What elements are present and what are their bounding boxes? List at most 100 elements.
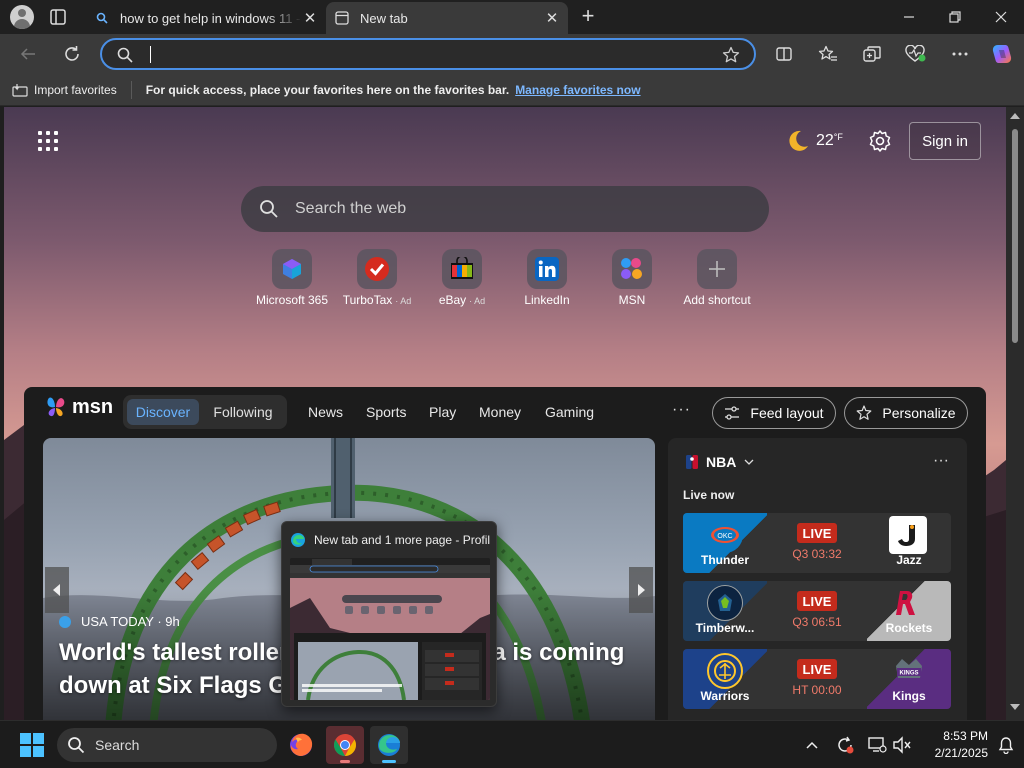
- split-screen-button[interactable]: [772, 42, 796, 66]
- plus-icon: [697, 249, 737, 289]
- title-bar: how to get help in windows 11 - Search ✕…: [0, 0, 1024, 34]
- page-scrollbar[interactable]: [1006, 107, 1024, 720]
- running-indicator: [382, 760, 396, 763]
- back-button[interactable]: [16, 42, 40, 66]
- nav-news[interactable]: News: [308, 404, 343, 420]
- sync-status-icon[interactable]: [833, 733, 857, 757]
- next-story-button[interactable]: [629, 567, 653, 613]
- search-placeholder: Search the web: [295, 200, 407, 217]
- favorites-button[interactable]: [816, 42, 840, 66]
- clock-time: 8:53 PM: [943, 729, 988, 743]
- browser-essentials-icon[interactable]: [904, 42, 928, 66]
- windows-start-icon[interactable]: [20, 733, 44, 757]
- tab-new-tab[interactable]: New tab ✕: [326, 2, 568, 34]
- away-team-name: Rockets: [885, 621, 933, 635]
- chrome-taskbar-button[interactable]: [326, 726, 364, 764]
- restore-button[interactable]: [932, 0, 978, 34]
- preview-title: New tab and 1 more page - Profile 1 - Mi…: [290, 532, 490, 548]
- moon-icon: [789, 130, 808, 151]
- taskbar-search-box[interactable]: Search: [57, 728, 277, 762]
- settings-more-icon[interactable]: [948, 42, 972, 66]
- notifications-bell-icon[interactable]: [994, 733, 1018, 757]
- preview-thumbnail-image: [290, 558, 490, 700]
- nav-sports[interactable]: Sports: [366, 404, 406, 420]
- msn-logo[interactable]: msn: [44, 395, 113, 419]
- scrollbar-thumb[interactable]: [1012, 129, 1018, 343]
- address-bar[interactable]: [100, 38, 756, 70]
- home-team-name: Timberw...: [695, 621, 755, 635]
- new-tab-button[interactable]: +: [576, 5, 600, 29]
- minimize-button[interactable]: [886, 0, 932, 34]
- thunder-logo-icon: OKC: [707, 517, 743, 553]
- game-clock: HT 00:00: [792, 683, 842, 697]
- close-tab-icon[interactable]: ✕: [302, 9, 318, 27]
- clock-date: 2/21/2025: [934, 746, 988, 760]
- msn-feed: msn Discover Following News Sports Play …: [24, 387, 986, 720]
- nav-play[interactable]: Play: [429, 404, 456, 420]
- ebay-icon: [442, 249, 482, 289]
- volume-muted-icon[interactable]: [890, 733, 914, 757]
- feed-layout-button[interactable]: Feed layout: [712, 397, 836, 429]
- nav-more-button[interactable]: ···: [672, 401, 691, 419]
- manage-favorites-link[interactable]: Manage favorites now: [515, 83, 640, 97]
- nba-league-selector[interactable]: NBA: [686, 454, 754, 470]
- shortcut-turbotax[interactable]: TurboTax · Ad: [335, 249, 419, 307]
- game-thunder-jazz[interactable]: OKC Thunder LIVE Q3 03:32 Jazz: [683, 513, 951, 573]
- page-settings-gear-icon[interactable]: [868, 129, 892, 153]
- tab-search[interactable]: how to get help in windows 11 - Search ✕: [86, 2, 326, 34]
- bing-search-icon: [94, 10, 110, 26]
- apps-launcher-icon[interactable]: [38, 131, 58, 151]
- tab-following[interactable]: Following: [203, 399, 283, 425]
- previous-story-button[interactable]: [45, 567, 69, 613]
- scroll-down-arrow-icon[interactable]: [1010, 704, 1020, 710]
- windows-taskbar: Search 8:53 PM 2/21/2025: [0, 720, 1024, 768]
- text-caret: [150, 46, 151, 63]
- add-shortcut-button[interactable]: Add shortcut: [675, 249, 759, 307]
- sign-in-button[interactable]: Sign in: [909, 122, 981, 160]
- import-favorites-button[interactable]: Import favorites: [12, 83, 117, 97]
- web-search-box[interactable]: Search the web: [241, 186, 769, 232]
- favorites-bar: Import favorites For quick access, place…: [0, 74, 1024, 106]
- close-tab-icon[interactable]: ✕: [544, 9, 560, 27]
- collections-button[interactable]: [860, 42, 884, 66]
- search-icon: [260, 200, 278, 218]
- timberwolves-logo-icon: [707, 585, 743, 621]
- profile-avatar-icon[interactable]: [10, 5, 34, 29]
- taskbar-window-preview[interactable]: New tab and 1 more page - Profile 1 - Mi…: [281, 521, 497, 707]
- kings-logo-icon: KINGS: [891, 653, 927, 689]
- scroll-up-arrow-icon[interactable]: [1010, 113, 1020, 119]
- away-team-name: Jazz: [896, 553, 922, 567]
- shortcut-linkedin[interactable]: LinkedIn: [505, 249, 589, 307]
- nba-more-button[interactable]: ···: [933, 452, 949, 470]
- home-team-name: Thunder: [701, 553, 749, 567]
- show-hidden-icons-chevron-up-icon[interactable]: [800, 733, 824, 757]
- game-timberwolves-rockets[interactable]: Timberw... LIVE Q3 06:51 Rockets: [683, 581, 951, 641]
- weather-widget[interactable]: 22 °F: [786, 129, 843, 153]
- rockets-logo-icon: [887, 585, 923, 621]
- shortcut-msn[interactable]: MSN: [590, 249, 674, 307]
- divider: [130, 80, 132, 99]
- close-window-button[interactable]: [978, 0, 1024, 34]
- usa-today-logo-icon: [59, 615, 71, 628]
- refresh-button[interactable]: [60, 42, 84, 66]
- tab-discover[interactable]: Discover: [127, 399, 199, 425]
- copilot-icon[interactable]: [990, 42, 1014, 66]
- network-icon[interactable]: [865, 733, 889, 757]
- edge-icon: [378, 734, 400, 756]
- new-tab-icon: [334, 10, 350, 26]
- nav-gaming[interactable]: Gaming: [545, 404, 594, 420]
- shortcut-microsoft-365[interactable]: Microsoft 365: [250, 249, 334, 307]
- shortcut-ebay[interactable]: eBay · Ad: [420, 249, 504, 307]
- edge-taskbar-button[interactable]: [370, 726, 408, 764]
- turbotax-icon: [357, 249, 397, 289]
- tab-actions-icon[interactable]: [48, 7, 70, 27]
- personalize-button[interactable]: Personalize: [844, 397, 968, 429]
- system-clock[interactable]: 8:53 PM 2/21/2025: [918, 728, 988, 762]
- nav-money[interactable]: Money: [479, 404, 521, 420]
- firefox-taskbar-button[interactable]: [282, 726, 320, 764]
- live-badge: LIVE: [797, 591, 837, 611]
- add-favorite-star-icon[interactable]: [722, 46, 740, 64]
- game-warriors-kings[interactable]: Warriors LIVE HT 00:00 KINGS Kings: [683, 649, 951, 709]
- game-clock: Q3 03:32: [792, 547, 842, 561]
- home-team-name: Warriors: [700, 689, 750, 703]
